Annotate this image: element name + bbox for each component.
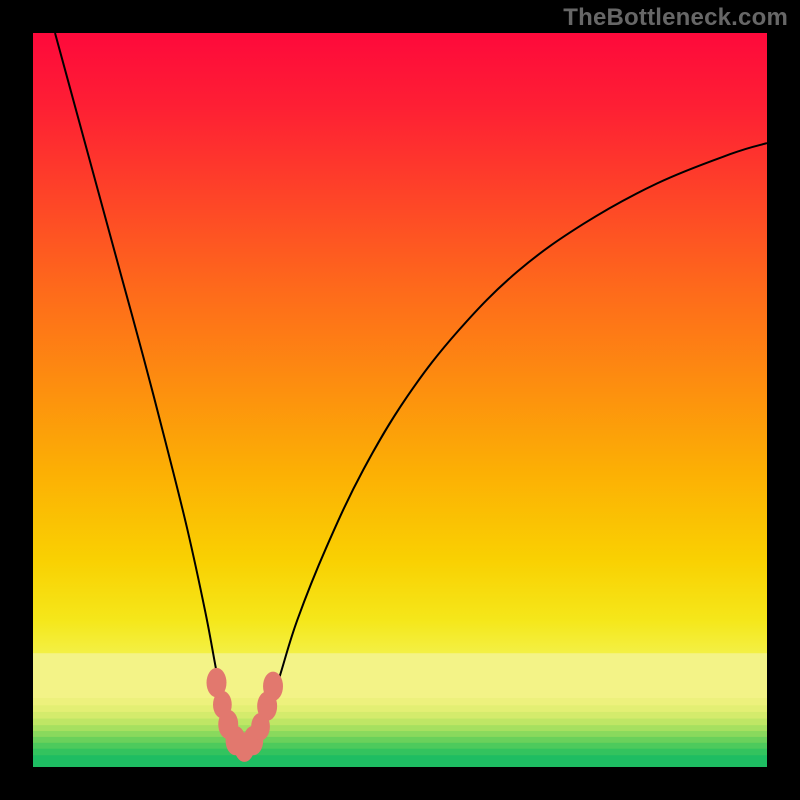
watermark-text: TheBottleneck.com [563, 4, 788, 32]
bottleneck-chart [33, 33, 767, 767]
chart-frame: TheBottleneck.com [0, 0, 800, 800]
